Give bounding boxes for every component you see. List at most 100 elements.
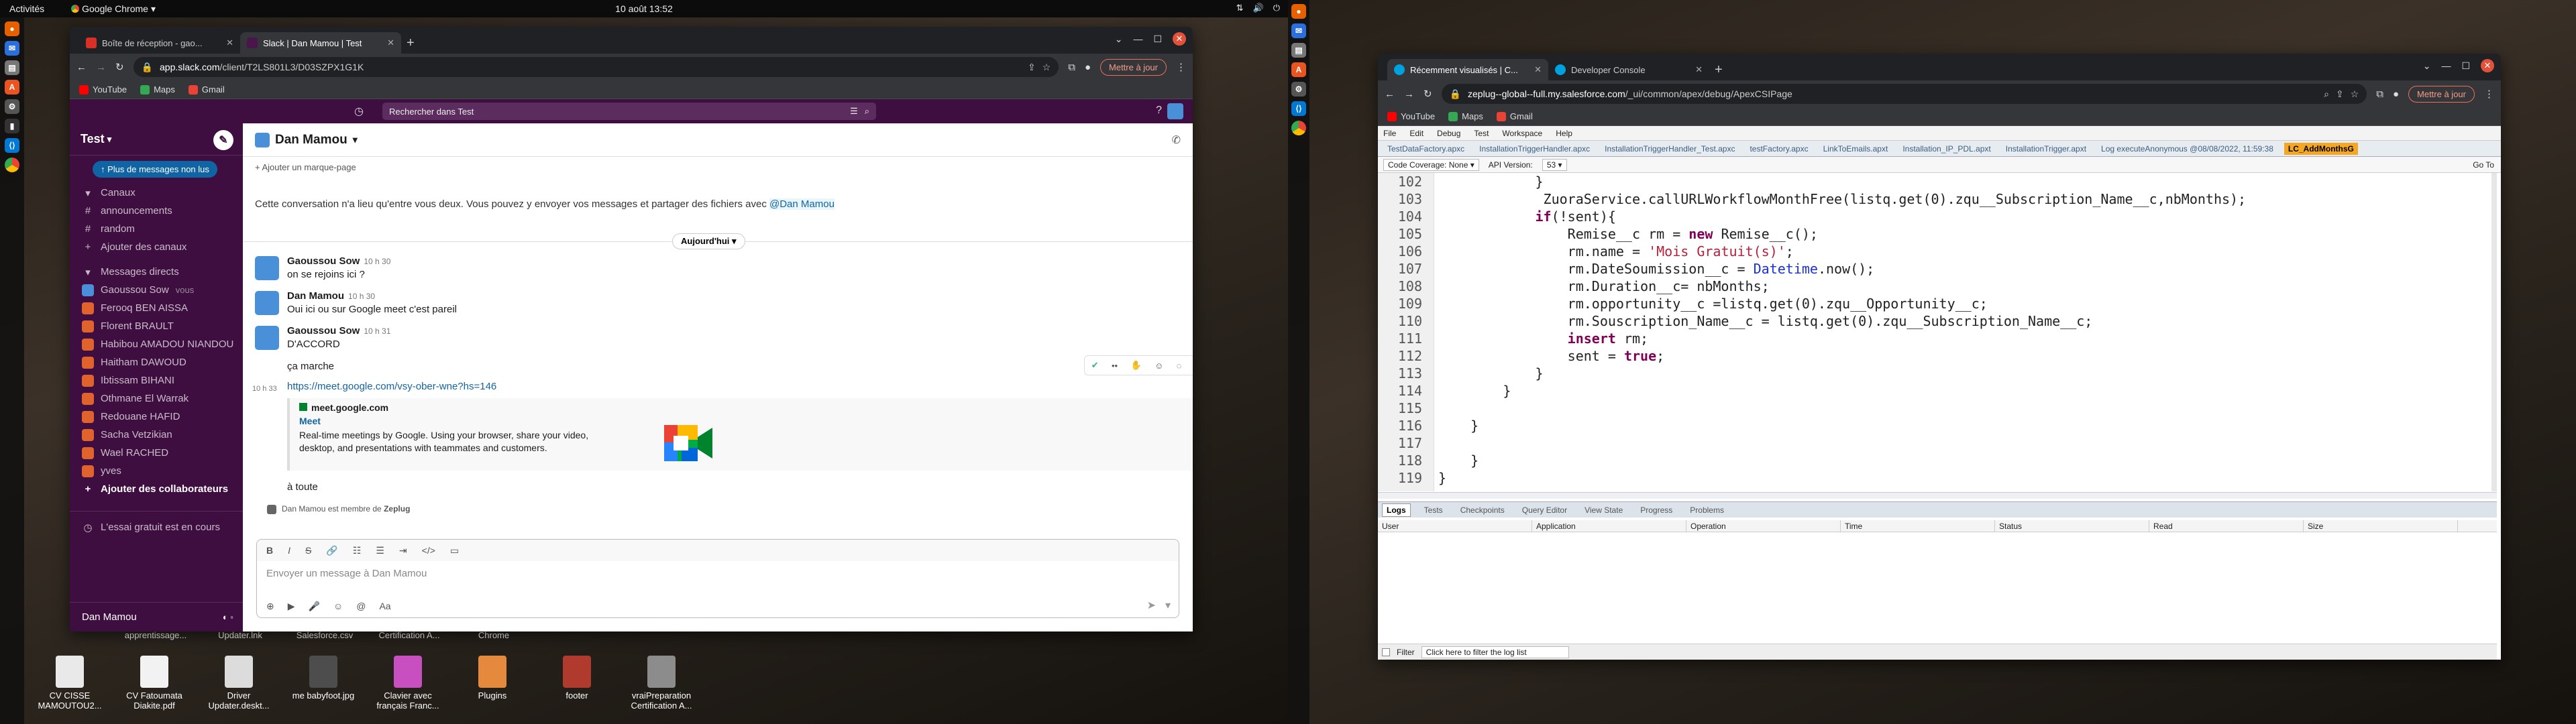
files-icon[interactable]: ▤ xyxy=(5,60,19,75)
code-editor[interactable]: 102 } 103 ZuoraService.callURLWorkflowMon… xyxy=(1378,173,2497,491)
dm-item[interactable]: Gaoussou Sow vous xyxy=(70,281,243,299)
desktop-icon[interactable]: footer xyxy=(543,656,610,701)
activities-button[interactable]: Activités xyxy=(9,3,44,14)
menu-item[interactable]: File xyxy=(1383,129,1396,138)
panel-tab[interactable]: Problems xyxy=(1686,504,1728,516)
bookmark-maps[interactable]: Maps xyxy=(140,84,175,95)
message-author[interactable]: Gaoussou Sow xyxy=(287,255,360,267)
code-line[interactable]: 111 insert rm; xyxy=(1378,330,1648,347)
panel-tab[interactable]: View State xyxy=(1580,504,1627,516)
settings-icon[interactable]: ⚙ xyxy=(1291,82,1306,97)
section-dms[interactable]: ▾ Messages directs xyxy=(70,263,243,281)
code-line[interactable]: 117 xyxy=(1378,434,1438,452)
file-tab[interactable]: InstallationTrigger.apxt xyxy=(2002,143,2090,155)
close-icon[interactable]: ✕ xyxy=(1695,64,1703,75)
file-tab[interactable]: InstallationTriggerHandler.apxc xyxy=(1475,143,1594,155)
search-input[interactable]: Rechercher dans Test ☰ ⌕ xyxy=(382,103,876,120)
trial-banner[interactable]: ◷ L'essai gratuit est en cours xyxy=(70,518,243,536)
dm-item[interactable]: Ferooq BEN AISSA xyxy=(70,299,243,317)
software-icon[interactable]: A xyxy=(1291,62,1306,77)
dm-item[interactable]: Ibtissam BIHANI xyxy=(70,371,243,389)
link-text[interactable]: https://meet.google.com/vsy-ober-wne?hs=… xyxy=(287,381,496,392)
check-icon[interactable]: ✔ xyxy=(1091,360,1099,371)
message-time[interactable]: 10 h 30 xyxy=(348,292,375,301)
preview-title[interactable]: Meet xyxy=(299,416,1193,426)
minimize-button[interactable]: — xyxy=(1133,34,1142,44)
profile-icon[interactable]: ● xyxy=(1085,62,1091,73)
star-icon[interactable]: ☆ xyxy=(1042,62,1051,73)
close-window-button[interactable]: ✕ xyxy=(2481,59,2494,72)
code-line[interactable]: 109 rm.opportunity__c =listq.get(0).zqu_… xyxy=(1378,295,1988,312)
app-menu[interactable]: Google Chrome ▾ xyxy=(71,3,156,15)
settings-icon[interactable]: ⚙ xyxy=(5,99,19,114)
menu-item[interactable]: Test xyxy=(1474,129,1489,138)
chevron-down-icon[interactable]: ⌄ xyxy=(1115,34,1123,45)
desktop-icon-label[interactable]: Chrome xyxy=(460,630,527,640)
send-options-icon[interactable]: ▾ xyxy=(1165,599,1171,612)
column-header[interactable]: Application xyxy=(1532,520,1686,532)
maximize-button[interactable]: ☐ xyxy=(1153,34,1162,45)
bookmark-gmail[interactable]: Gmail xyxy=(188,84,225,95)
message-continuation[interactable]: ça marche xyxy=(287,361,334,372)
code-line[interactable]: 114 } xyxy=(1378,382,1511,400)
dm-item[interactable]: Othmane El Warrak xyxy=(70,389,243,408)
panel-tab[interactable]: Checkpoints xyxy=(1456,504,1509,516)
system-tray[interactable]: ⇅ 🔊 ⏻ xyxy=(1236,3,1280,13)
bookmark-youtube[interactable]: YouTube xyxy=(79,84,127,95)
date-pill[interactable]: Aujourd'hui ▾ xyxy=(672,233,745,249)
message-time[interactable]: 10 h 30 xyxy=(364,257,390,266)
indent-icon[interactable]: ⇥ xyxy=(399,545,407,556)
file-tab[interactable]: Installation_IP_PDL.apxt xyxy=(1898,143,1994,155)
dm-item[interactable]: Florent BRAULT xyxy=(70,317,243,335)
panel-tab[interactable]: Progress xyxy=(1636,504,1676,516)
desktop-icon[interactable]: CV Fatoumata Diakite.pdf xyxy=(121,656,188,711)
menu-icon[interactable]: ⋮ xyxy=(2484,88,2494,100)
bold-button[interactable]: B xyxy=(266,545,273,556)
desktop-icon-label[interactable]: apprentissage... xyxy=(122,630,189,640)
address-bar[interactable]: 🔒 app.slack.com/client/T2LS801L3/D03SZPX… xyxy=(133,57,1059,77)
channel-item[interactable]: # announcements xyxy=(70,202,243,220)
address-bar[interactable]: 🔒 zeplug--global--full.my.salesforce.com… xyxy=(1441,84,2367,104)
eyes-icon[interactable]: •• xyxy=(1112,361,1118,371)
panel-tab[interactable]: Query Editor xyxy=(1518,504,1571,516)
column-header[interactable]: Read xyxy=(2149,520,2304,532)
profile-icon[interactable]: ● xyxy=(2393,88,2399,100)
microphone-icon[interactable]: 🎤 xyxy=(309,601,320,612)
desktop-icon[interactable]: CV CISSE MAMOUTOU2... xyxy=(36,656,103,711)
files-icon[interactable]: ▤ xyxy=(1291,43,1306,58)
close-icon[interactable]: ✕ xyxy=(1534,64,1542,75)
link-icon[interactable]: 🔗 xyxy=(326,545,337,556)
list-ordered-icon[interactable]: ☷ xyxy=(353,545,362,556)
code-line[interactable]: 103 ZuoraService.callURLWorkflowMonthFre… xyxy=(1378,190,2246,208)
column-header[interactable]: Operation xyxy=(1686,520,1841,532)
code-line[interactable]: 105 Remise__c rm = new Remise__c(); xyxy=(1378,225,1818,243)
italic-button[interactable]: I xyxy=(288,545,290,556)
desktop-icon[interactable]: vraiPreparation Certification A... xyxy=(628,656,695,711)
bookmark-gmail[interactable]: Gmail xyxy=(1496,111,1533,121)
forward-button[interactable]: → xyxy=(1404,88,1414,100)
reaction-icon[interactable]: ☺ xyxy=(1155,361,1163,371)
code-icon[interactable]: </> xyxy=(422,545,435,556)
unread-messages-pill[interactable]: ↑ Plus de messages non lus xyxy=(93,161,217,178)
mention-link[interactable]: @Dan Mamou xyxy=(769,198,835,210)
code-line[interactable]: 106 rm.name = 'Mois Gratuit(s)'; xyxy=(1378,243,1794,260)
channel-item[interactable]: # random xyxy=(70,220,243,238)
bookmarks-row[interactable]: + Ajouter un marque-page xyxy=(255,162,356,172)
terminal-icon[interactable]: ▮ xyxy=(5,119,19,133)
back-button[interactable]: ← xyxy=(76,62,87,73)
update-button[interactable]: Mettre à jour xyxy=(1100,58,1167,76)
firefox-icon[interactable]: ● xyxy=(5,21,19,36)
chrome-icon[interactable] xyxy=(1291,121,1306,135)
code-line[interactable]: 102 } xyxy=(1378,173,1544,190)
list-bullet-icon[interactable]: ☰ xyxy=(376,545,384,556)
menu-item[interactable]: Debug xyxy=(1437,129,1460,138)
desktop-icon-label[interactable]: Certification A... xyxy=(376,630,443,640)
reload-button[interactable]: ↻ xyxy=(115,61,124,73)
desktop-icon[interactable]: Plugins xyxy=(459,656,526,701)
join-org[interactable]: Zeplug xyxy=(384,504,410,514)
message[interactable]: Gaoussou Sow 10 h 31 D'ACCORD xyxy=(255,324,859,351)
code-line[interactable]: 115 xyxy=(1378,400,1438,417)
filter-icon[interactable]: ☰ xyxy=(850,106,858,117)
message-link[interactable]: https://meet.google.com/vsy-ober-wne?hs=… xyxy=(287,381,496,392)
close-window-button[interactable]: ✕ xyxy=(1173,32,1186,46)
